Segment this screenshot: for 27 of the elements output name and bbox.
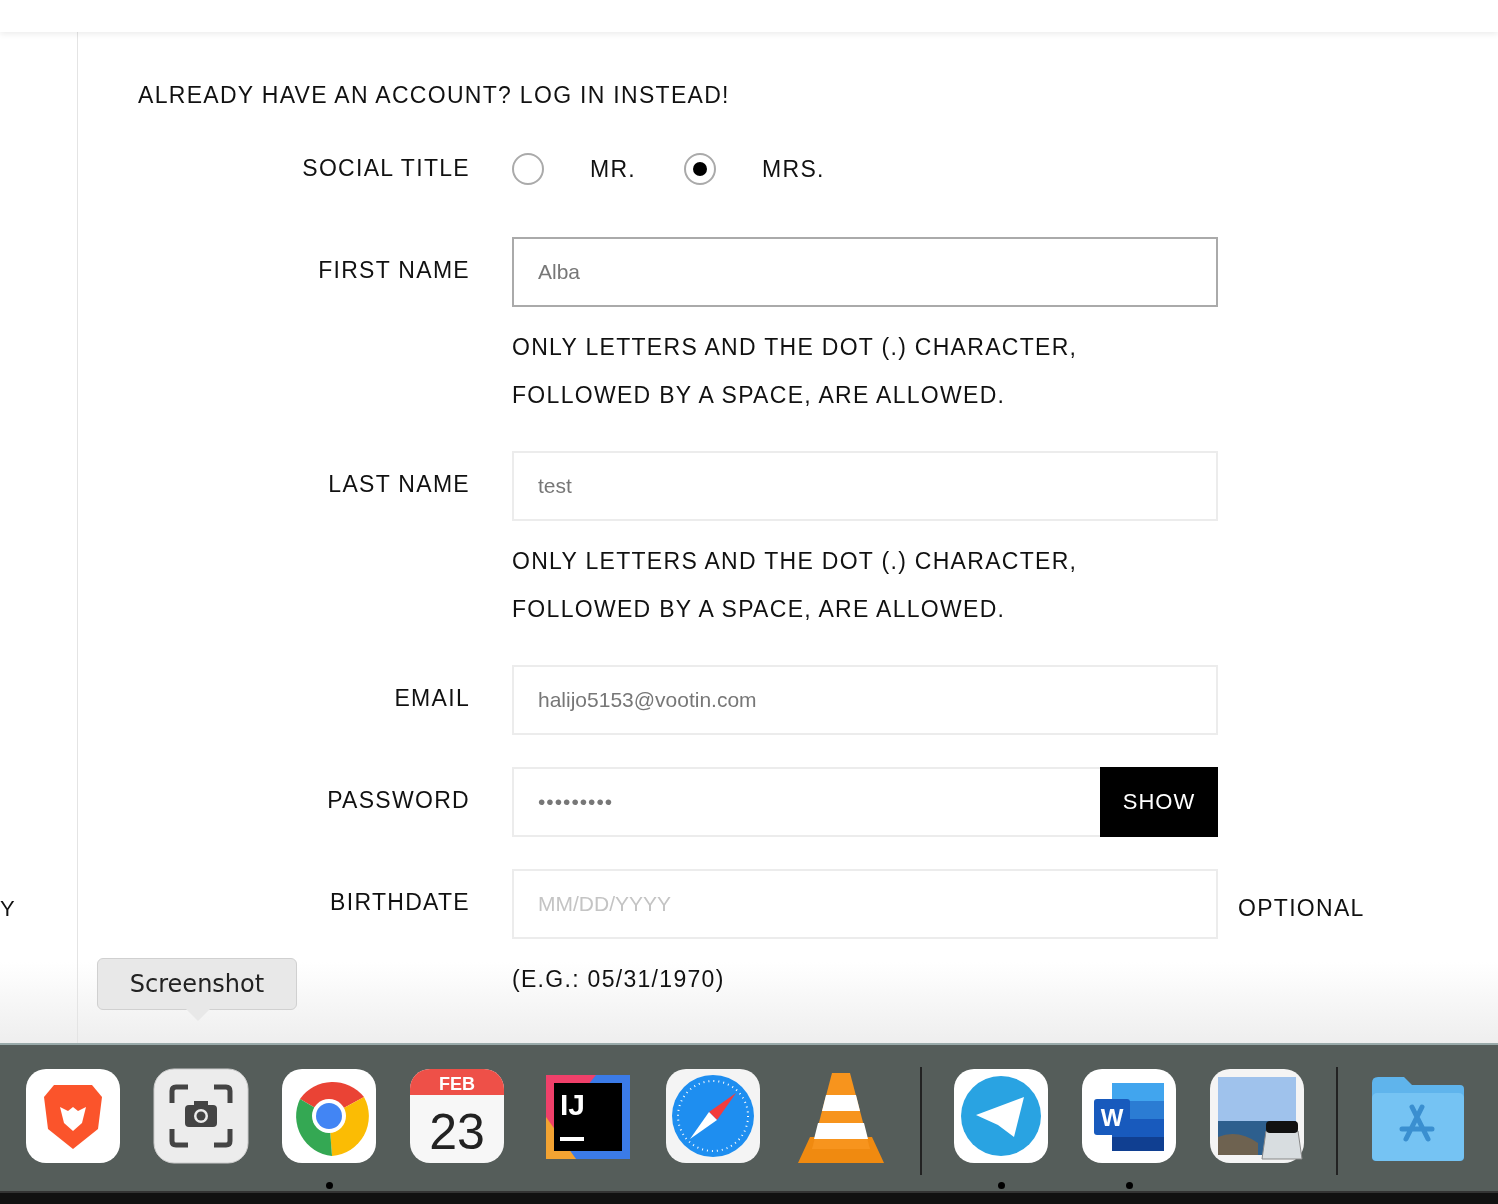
radio-option[interactable]: MR. xyxy=(512,153,637,185)
login-link[interactable]: ALREADY HAVE AN ACCOUNT? LOG IN INSTEAD! xyxy=(138,82,730,109)
tooltip: Screenshot xyxy=(97,958,297,1022)
chrome-icon[interactable] xyxy=(280,1067,378,1165)
document-icon[interactable]: W xyxy=(1080,1067,1178,1165)
field-hint: (E.G.: 05/31/1970) xyxy=(512,965,726,994)
paper-plane-icon[interactable] xyxy=(952,1067,1050,1165)
text-field[interactable]: halijo5153@vootin.com xyxy=(512,665,1218,735)
text-field[interactable]: test xyxy=(512,451,1218,521)
password-field[interactable]: ••••••••• xyxy=(512,767,1100,837)
field-label: EMAIL xyxy=(393,684,470,712)
camera-icon[interactable] xyxy=(152,1067,250,1165)
field-hint: ONLY LETTERS AND THE DOT (.) CHARACTER, FOLLOWED BY A SPACE, ARE ALLOWED. xyxy=(512,333,1079,410)
field-label: FIRST NAME xyxy=(317,256,470,284)
preview-icon[interactable] xyxy=(1208,1067,1306,1165)
optional-note: OPTIONAL xyxy=(1238,894,1365,922)
text-field[interactable]: Alba xyxy=(512,237,1218,307)
show-button[interactable]: SHOW xyxy=(1100,767,1218,837)
field-label: LAST NAME xyxy=(327,470,470,498)
cut-off-text: Y xyxy=(0,896,15,922)
field-hint: ONLY LETTERS AND THE DOT (.) CHARACTER, FOLLOWED BY A SPACE, ARE ALLOWED. xyxy=(512,547,1079,624)
field-label: BIRTHDATE xyxy=(329,888,470,916)
radio-option[interactable]: MRS. xyxy=(684,153,825,185)
compass-icon[interactable] xyxy=(664,1067,762,1165)
field-label: SOCIAL TITLE xyxy=(301,154,470,182)
calendar-icon[interactable]: FEB 23 xyxy=(408,1067,506,1165)
field-label: PASSWORD xyxy=(326,786,470,814)
